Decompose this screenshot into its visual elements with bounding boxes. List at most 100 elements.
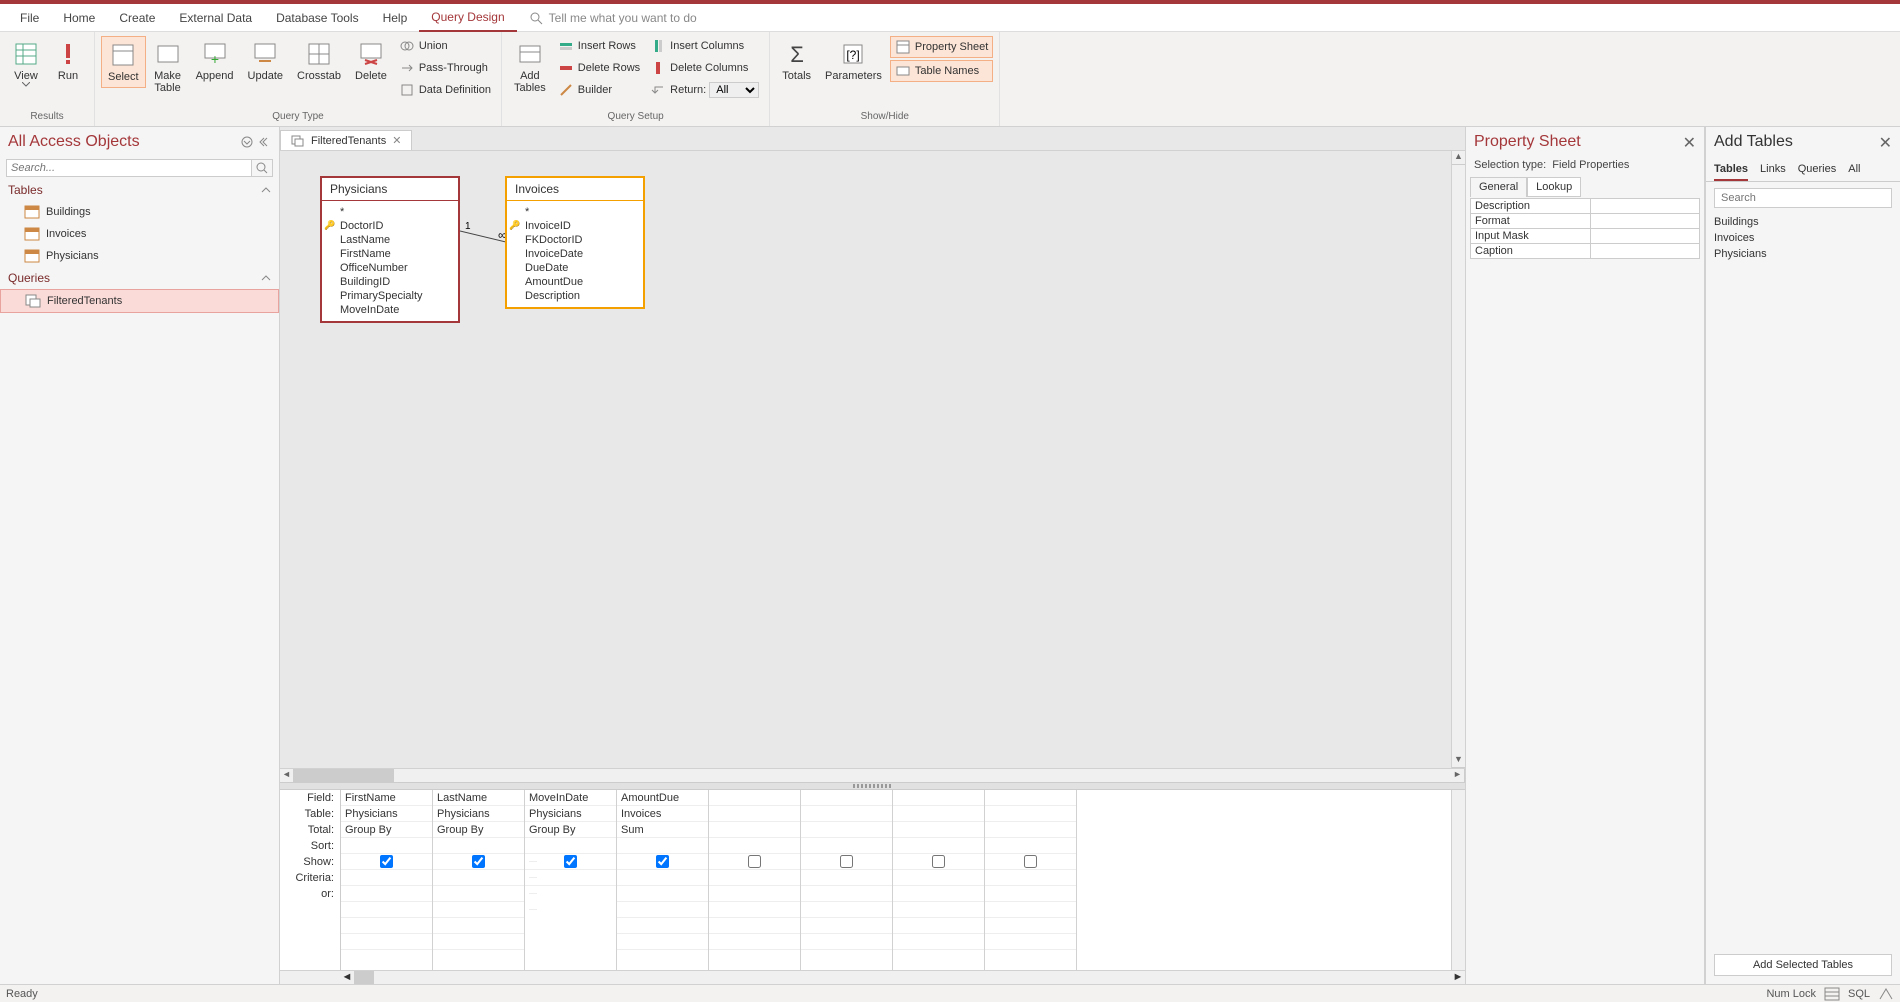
field-doctorid[interactable]: DoctorID	[322, 219, 458, 233]
qbe-show[interactable]	[893, 854, 984, 870]
union-button[interactable]: Union	[395, 36, 495, 56]
qbe-criteria[interactable]	[801, 870, 892, 886]
qbe-col[interactable]: LastName Physicians Group By	[433, 790, 525, 970]
field-fkdoctorid[interactable]: FKDoctorID	[507, 233, 643, 247]
data-definition-button[interactable]: Data Definition	[395, 80, 495, 100]
qbe-show[interactable]	[433, 854, 524, 870]
qbe-hscroll[interactable]: ◄ ►	[280, 970, 1465, 984]
parameters-button[interactable]: [?] Parameters	[819, 36, 888, 86]
add-item-invoices[interactable]: Invoices	[1714, 230, 1892, 246]
field-buildingid[interactable]: BuildingID	[322, 275, 458, 289]
field-officenumber[interactable]: OfficeNumber	[322, 261, 458, 275]
chevron-down-circle-icon[interactable]	[241, 136, 253, 148]
qbe-table[interactable]	[709, 806, 800, 822]
doc-tab-filteredtenants[interactable]: FilteredTenants ✕	[280, 130, 412, 150]
qbe-criteria[interactable]	[893, 870, 984, 886]
qbe-criteria[interactable]	[709, 870, 800, 886]
qbe-col[interactable]	[801, 790, 893, 970]
add-search-input[interactable]	[1714, 188, 1892, 208]
tab-query-design[interactable]: Query Design	[419, 4, 516, 32]
qbe-show[interactable]	[617, 854, 708, 870]
delete-rows-button[interactable]: Delete Rows	[554, 58, 644, 78]
prop-row-input-mask[interactable]: Input Mask	[1470, 228, 1700, 244]
qbe-sort[interactable]	[433, 838, 524, 854]
tab-help[interactable]: Help	[371, 5, 420, 31]
prop-value[interactable]	[1591, 199, 1699, 213]
delete-button[interactable]: Delete	[349, 36, 393, 86]
field-invoiceid[interactable]: InvoiceID	[507, 219, 643, 233]
qbe-sort[interactable]	[985, 838, 1076, 854]
collapse-icon[interactable]	[259, 136, 271, 148]
table-names-button[interactable]: Table Names	[890, 60, 993, 82]
splitter[interactable]	[280, 782, 1465, 790]
qbe-criteria[interactable]	[525, 870, 616, 886]
qbe-total[interactable]	[893, 822, 984, 838]
prop-value[interactable]	[1591, 229, 1699, 243]
field-duedate[interactable]: DueDate	[507, 261, 643, 275]
prop-tab-general[interactable]: General	[1470, 177, 1527, 197]
qbe-sort[interactable]	[801, 838, 892, 854]
add-item-physicians[interactable]: Physicians	[1714, 246, 1892, 262]
add-selected-tables-button[interactable]: Add Selected Tables	[1714, 954, 1892, 976]
run-button[interactable]: Run	[48, 36, 88, 86]
qbe-vscroll[interactable]	[1451, 790, 1465, 970]
select-button[interactable]: Select	[101, 36, 146, 88]
qbe-field[interactable]	[801, 790, 892, 806]
qbe-sort[interactable]	[617, 838, 708, 854]
qbe-criteria[interactable]	[985, 870, 1076, 886]
sql-view-icon[interactable]: SQL	[1848, 988, 1870, 1000]
qbe-table[interactable]	[801, 806, 892, 822]
field-moveindate[interactable]: MoveInDate	[322, 303, 458, 317]
add-tab-all[interactable]: All	[1848, 159, 1860, 181]
qbe-sort[interactable]	[341, 838, 432, 854]
qbe-field[interactable]: AmountDue	[617, 790, 708, 806]
prop-tab-lookup[interactable]: Lookup	[1527, 177, 1581, 197]
close-icon[interactable]: ✕	[392, 134, 401, 147]
nav-item-filteredtenants[interactable]: FilteredTenants	[0, 289, 279, 313]
close-icon[interactable]: ✕	[1879, 133, 1892, 153]
scroll-left-icon[interactable]: ◄	[280, 769, 294, 782]
scroll-thumb[interactable]	[354, 971, 374, 984]
qbe-col[interactable]	[709, 790, 801, 970]
table-box-physicians[interactable]: Physicians * DoctorID LastName FirstName…	[320, 176, 460, 323]
add-item-buildings[interactable]: Buildings	[1714, 214, 1892, 230]
qbe-sort[interactable]	[709, 838, 800, 854]
field-firstname[interactable]: FirstName	[322, 247, 458, 261]
nav-item-invoices[interactable]: Invoices	[0, 223, 279, 245]
qbe-field[interactable]	[985, 790, 1076, 806]
qbe-show[interactable]	[709, 854, 800, 870]
qbe-or[interactable]	[985, 886, 1076, 902]
builder-button[interactable]: Builder	[554, 80, 644, 100]
make-table-button[interactable]: Make Table	[148, 36, 188, 98]
qbe-col[interactable]	[893, 790, 985, 970]
nav-search-input[interactable]	[6, 159, 252, 177]
qbe-total[interactable]	[709, 822, 800, 838]
add-tab-links[interactable]: Links	[1760, 159, 1786, 181]
field-lastname[interactable]: LastName	[322, 233, 458, 247]
totals-button[interactable]: Σ Totals	[776, 36, 817, 86]
qbe-table[interactable]: Physicians	[525, 806, 616, 822]
add-tab-tables[interactable]: Tables	[1714, 159, 1748, 181]
table-box-invoices[interactable]: Invoices * InvoiceID FKDoctorID InvoiceD…	[505, 176, 645, 309]
field-amountdue[interactable]: AmountDue	[507, 275, 643, 289]
tab-home[interactable]: Home	[51, 5, 107, 31]
qbe-field[interactable]	[893, 790, 984, 806]
property-sheet-button[interactable]: Property Sheet	[890, 36, 993, 58]
pass-through-button[interactable]: Pass-Through	[395, 58, 495, 78]
field-star[interactable]: *	[322, 205, 458, 219]
qbe-criteria[interactable]	[617, 870, 708, 886]
scroll-right-icon[interactable]: ►	[1451, 769, 1465, 782]
prop-value[interactable]	[1591, 244, 1699, 258]
scroll-left-icon[interactable]: ◄	[340, 971, 354, 984]
prop-value[interactable]	[1591, 214, 1699, 228]
qbe-or[interactable]	[617, 886, 708, 902]
qbe-field[interactable]: LastName	[433, 790, 524, 806]
scroll-down-icon[interactable]: ▼	[1452, 754, 1465, 768]
qbe-criteria[interactable]	[433, 870, 524, 886]
design-view-icon[interactable]	[1878, 987, 1894, 1001]
nav-queries-header[interactable]: Queries	[0, 267, 279, 289]
qbe-show[interactable]	[985, 854, 1076, 870]
nav-item-buildings[interactable]: Buildings	[0, 201, 279, 223]
qbe-or[interactable]	[433, 886, 524, 902]
qbe-total[interactable]	[985, 822, 1076, 838]
